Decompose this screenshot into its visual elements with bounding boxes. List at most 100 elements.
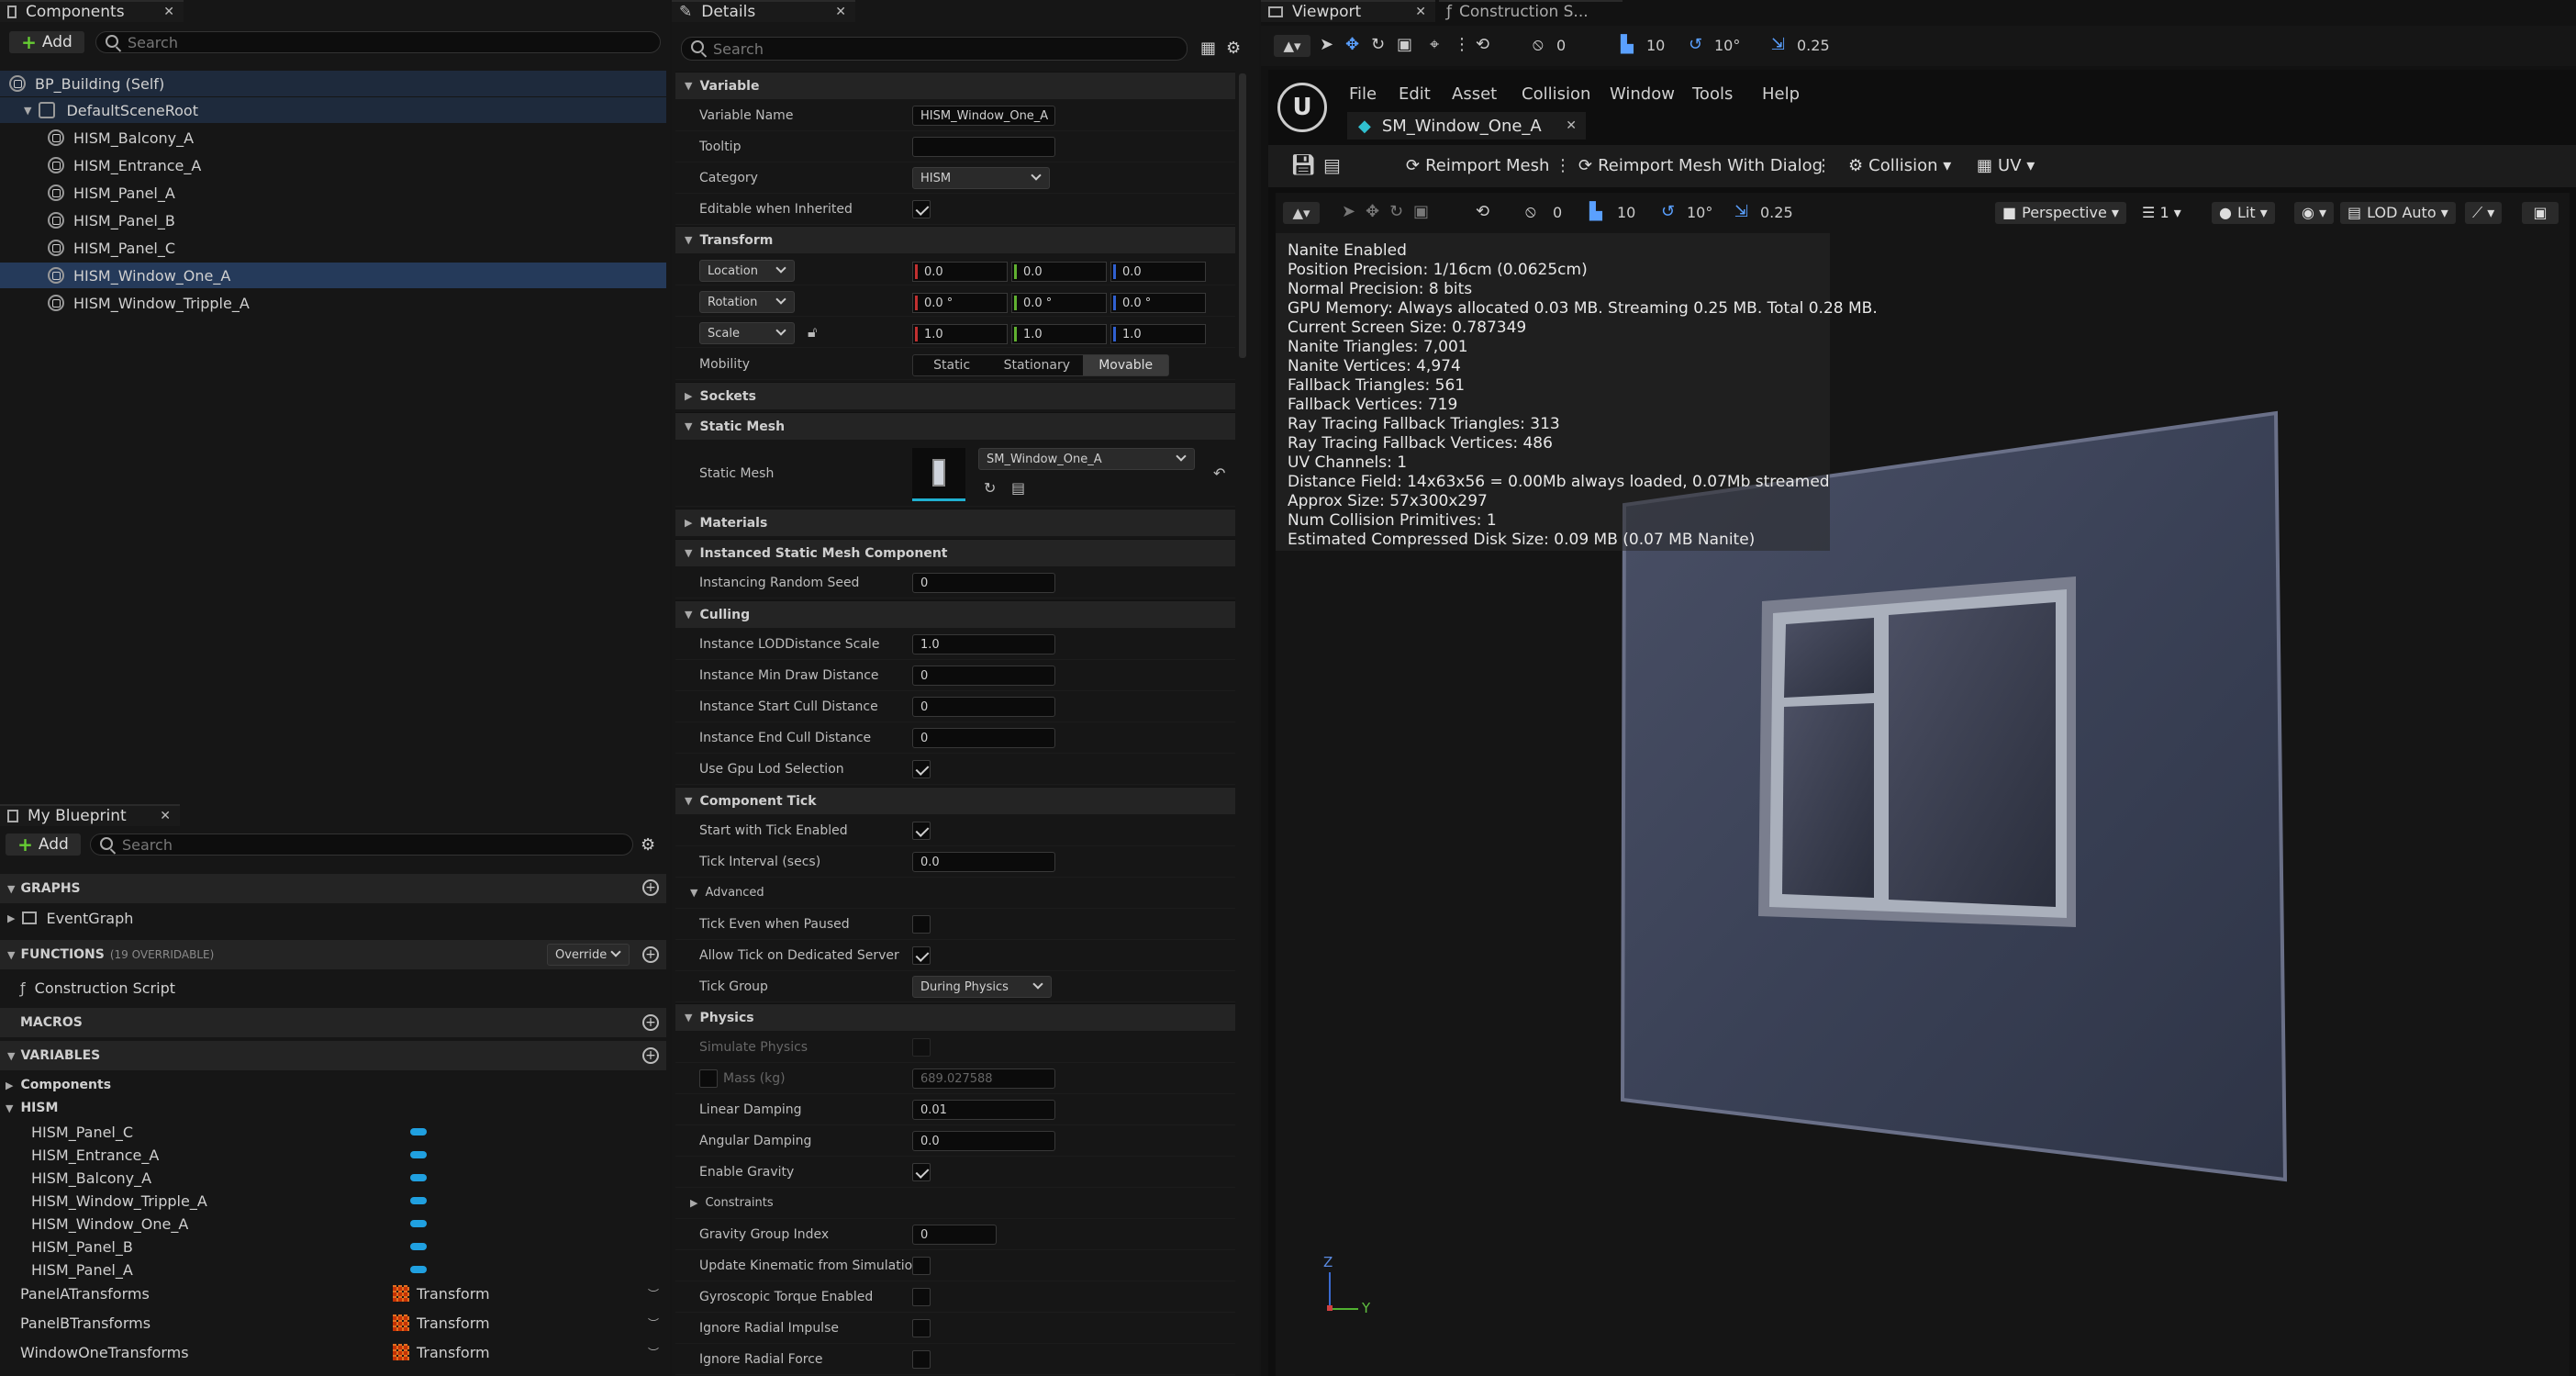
radial-impulse-checkbox[interactable] bbox=[912, 1319, 931, 1337]
reset-arrow-icon[interactable]: ↶ bbox=[1213, 464, 1225, 482]
close-icon[interactable]: ✕ bbox=[835, 5, 846, 19]
graphs-header[interactable]: ▼ GRAPHS bbox=[0, 874, 666, 903]
tree-item-hism-window-one[interactable]: HISM_Window_One_A bbox=[0, 263, 666, 288]
override-dropdown[interactable]: Override bbox=[547, 944, 630, 966]
browse-asset-icon[interactable]: ▤ bbox=[1011, 479, 1025, 497]
select-mode-icon[interactable]: ▲︎▾ bbox=[1274, 35, 1310, 57]
min-draw-input[interactable]: 0 bbox=[912, 666, 1055, 686]
variable-item[interactable]: HISM_Panel_B bbox=[0, 1234, 666, 1259]
variable-item[interactable]: HISM_Panel_A bbox=[0, 1257, 666, 1282]
section-sockets[interactable]: ▶ Sockets bbox=[675, 382, 1235, 409]
mobility-stationary-button[interactable]: Stationary bbox=[990, 355, 1083, 375]
tree-item-hism-panel-c[interactable]: HISM_Panel_C bbox=[0, 235, 666, 261]
browse-icon[interactable]: ▤ bbox=[1323, 154, 1341, 176]
scale-x-input[interactable]: 1.0 bbox=[912, 324, 1008, 344]
section-component-tick[interactable]: ▼ Component Tick bbox=[675, 787, 1235, 814]
chevron-down-icon[interactable]: ︶ bbox=[648, 1315, 659, 1331]
tree-item-hism-panel-a[interactable]: HISM_Panel_A bbox=[0, 180, 666, 206]
chevron-down-icon[interactable]: ︶ bbox=[648, 1286, 659, 1302]
section-ismc[interactable]: ▼ Instanced Static Mesh Component bbox=[675, 539, 1235, 566]
rotation-y-input[interactable]: 0.0 ° bbox=[1011, 293, 1107, 313]
mass-input[interactable]: 689.027588 bbox=[912, 1068, 1055, 1089]
tree-item-event-graph[interactable]: ▶ EventGraph bbox=[0, 905, 666, 931]
end-cull-input[interactable]: 0 bbox=[912, 728, 1055, 748]
gpu-lod-checkbox[interactable] bbox=[912, 760, 931, 778]
mesh-viewport[interactable]: ▲︎▾ ➤ ✥ ↻ ▣ ⟲ ⦸ 0 ▙ 10 ↺ 10° ⇲ 0.25 ■ Per… bbox=[1276, 193, 2570, 1376]
variable-item[interactable]: WindowOneTransforms Transform ︶ bbox=[0, 1339, 666, 1365]
tick-paused-checkbox[interactable] bbox=[912, 915, 931, 934]
scale-z-input[interactable]: 1.0 bbox=[1110, 324, 1206, 344]
components-search-input[interactable]: Search bbox=[95, 31, 661, 53]
editable-checkbox[interactable] bbox=[912, 200, 931, 218]
variable-item[interactable]: HISM_Balcony_A bbox=[0, 1165, 666, 1191]
rotate-icon[interactable]: ↻ bbox=[1371, 35, 1385, 54]
tab-details[interactable]: ✎ Details ✕ bbox=[672, 0, 855, 22]
tab-components[interactable]: Components ✕ bbox=[0, 0, 184, 22]
menu-file[interactable]: File bbox=[1349, 84, 1377, 104]
blueprint-search-input[interactable]: Search bbox=[90, 833, 633, 856]
variable-group-hism[interactable]: ▼ HISM bbox=[0, 1095, 666, 1121]
close-icon[interactable]: ✕ bbox=[1566, 118, 1577, 133]
collapse-arrow-icon[interactable]: ▼ bbox=[24, 105, 31, 117]
linear-damping-input[interactable]: 0.01 bbox=[912, 1100, 1055, 1120]
collision-dropdown[interactable]: ⚙ Collision ▾ bbox=[1848, 156, 1951, 175]
radial-force-checkbox[interactable] bbox=[912, 1350, 931, 1369]
grid-snap-value[interactable]: 10 bbox=[1646, 37, 1665, 54]
tree-item-construction-script[interactable]: ƒ Construction Script bbox=[0, 975, 666, 1001]
location-dropdown[interactable]: Location bbox=[699, 260, 795, 282]
section-culling[interactable]: ▼ Culling bbox=[675, 600, 1235, 628]
row-advanced[interactable]: ▼ Advanced bbox=[675, 878, 1235, 909]
random-seed-input[interactable]: 0 bbox=[912, 573, 1055, 593]
kinematic-checkbox[interactable] bbox=[912, 1257, 931, 1275]
add-macro-icon[interactable]: + bbox=[642, 1014, 659, 1031]
asset-tab[interactable]: ◆ SM_Window_One_A ✕ bbox=[1347, 112, 1586, 140]
chevron-down-icon[interactable]: ︶ bbox=[648, 1345, 659, 1360]
category-dropdown[interactable]: HISM bbox=[912, 167, 1050, 189]
uv-dropdown[interactable]: ▦ UV ▾ bbox=[1977, 156, 2035, 175]
menu-collision[interactable]: Collision bbox=[1522, 84, 1590, 104]
more-icon[interactable]: ⋮ bbox=[1555, 156, 1571, 175]
tree-item-hism-window-tripple[interactable]: HISM_Window_Tripple_A bbox=[0, 290, 666, 316]
variable-name-input[interactable]: HISM_Window_One_A bbox=[912, 106, 1055, 126]
section-physics[interactable]: ▼ Physics bbox=[675, 1003, 1235, 1031]
save-icon[interactable]: 💾︎ bbox=[1290, 154, 1316, 177]
tree-item-hism-entrance[interactable]: HISM_Entrance_A bbox=[0, 152, 666, 178]
angular-damping-input[interactable]: 0.0 bbox=[912, 1131, 1055, 1151]
rotation-z-input[interactable]: 0.0 ° bbox=[1110, 293, 1206, 313]
tree-item-hism-balcony[interactable]: HISM_Balcony_A bbox=[0, 125, 666, 151]
variable-group-components[interactable]: ▶ Components bbox=[0, 1072, 666, 1098]
tab-my-blueprint[interactable]: My Blueprint ✕ bbox=[0, 804, 180, 826]
tick-interval-input[interactable]: 0.0 bbox=[912, 852, 1055, 872]
simulate-checkbox[interactable] bbox=[912, 1038, 931, 1057]
add-graph-icon[interactable]: + bbox=[642, 879, 659, 896]
add-function-icon[interactable]: + bbox=[642, 946, 659, 963]
table-view-icon[interactable]: ▦ bbox=[1200, 39, 1216, 58]
tick-group-dropdown[interactable]: During Physics bbox=[912, 976, 1052, 998]
tree-item-hism-panel-b[interactable]: HISM_Panel_B bbox=[0, 207, 666, 233]
menu-tools[interactable]: Tools bbox=[1692, 84, 1733, 104]
variable-item[interactable]: HISM_Entrance_A bbox=[0, 1142, 666, 1168]
location-y-input[interactable]: 0.0 bbox=[1011, 262, 1107, 282]
world-local-icon[interactable]: ⟲ bbox=[1476, 35, 1489, 54]
surface-snap-icon[interactable]: ⌖ bbox=[1430, 35, 1439, 54]
gear-icon[interactable]: ⚙ bbox=[641, 835, 655, 855]
grid-snap-icon[interactable]: ▙ bbox=[1621, 35, 1634, 54]
scale-icon[interactable]: ▣ bbox=[1397, 35, 1412, 54]
menu-asset[interactable]: Asset bbox=[1452, 84, 1497, 104]
reimport-button[interactable]: ⟳ Reimport Mesh bbox=[1406, 156, 1549, 175]
gravity-checkbox[interactable] bbox=[912, 1163, 931, 1181]
gyro-checkbox[interactable] bbox=[912, 1288, 931, 1306]
section-static-mesh[interactable]: ▼ Static Mesh bbox=[675, 412, 1235, 440]
tooltip-input[interactable] bbox=[912, 137, 1055, 157]
menu-edit[interactable]: Edit bbox=[1399, 84, 1431, 104]
variable-item[interactable]: HISM_Window_One_A bbox=[0, 1211, 666, 1236]
macros-header[interactable]: MACROS bbox=[0, 1008, 666, 1037]
select-icon[interactable]: ➤ bbox=[1320, 35, 1333, 54]
start-tick-checkbox[interactable] bbox=[912, 822, 931, 840]
tick-server-checkbox[interactable] bbox=[912, 946, 931, 965]
angle-snap-value[interactable]: 10° bbox=[1714, 37, 1740, 54]
close-icon[interactable]: ✕ bbox=[160, 809, 171, 823]
gear-icon[interactable]: ⚙ bbox=[1226, 39, 1241, 58]
use-selected-icon[interactable]: ↻ bbox=[984, 479, 996, 497]
add-variable-icon[interactable]: + bbox=[642, 1047, 659, 1064]
